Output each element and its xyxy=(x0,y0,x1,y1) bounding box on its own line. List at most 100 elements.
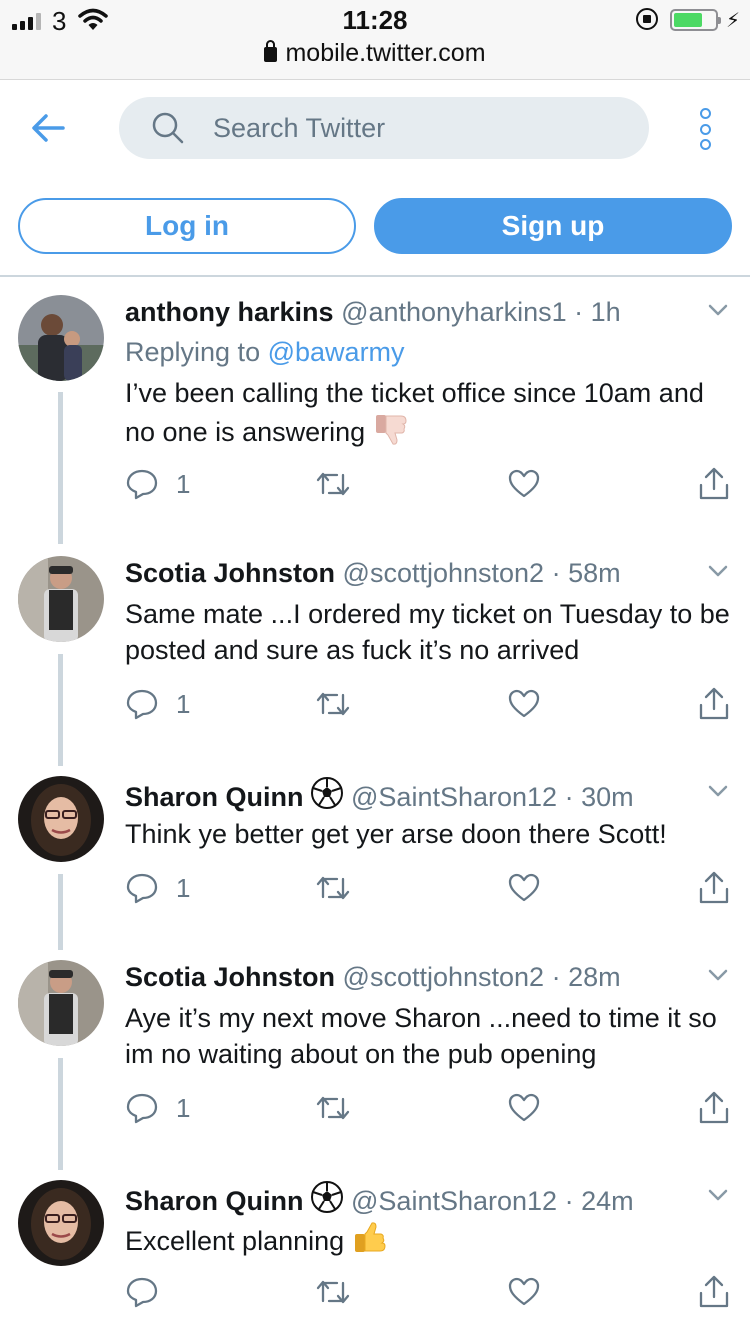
like-button[interactable] xyxy=(508,1275,540,1309)
chevron-down-icon[interactable] xyxy=(708,303,728,317)
tweet-text: Same mate ...I ordered my ticket on Tues… xyxy=(125,599,730,665)
signup-button[interactable]: Sign up xyxy=(374,198,732,254)
address-bar[interactable]: mobile.twitter.com xyxy=(0,39,750,68)
retweet-button[interactable] xyxy=(315,871,351,905)
tweet-header: Sharon Quinn @SaintSharon12 · 30m xyxy=(125,776,634,814)
share-icon xyxy=(699,871,729,904)
user-handle[interactable]: @scottjohnston2 xyxy=(343,558,545,588)
mention-link[interactable]: @bawarmy xyxy=(268,337,405,367)
search-input[interactable] xyxy=(213,97,633,159)
soccer-ball-icon xyxy=(310,1181,343,1213)
like-button[interactable] xyxy=(508,467,540,501)
replying-to: Replying to @bawarmy xyxy=(125,337,405,367)
tweet-header: Scotia Johnston @scottjohnston2 · 28m xyxy=(125,962,621,992)
share-icon xyxy=(699,467,729,500)
retweet-button[interactable] xyxy=(315,1091,351,1125)
share-button[interactable] xyxy=(698,467,730,501)
display-name[interactable]: Scotia Johnston xyxy=(125,558,335,588)
share-button[interactable] xyxy=(698,1091,730,1125)
like-button[interactable] xyxy=(508,1091,540,1125)
like-button[interactable] xyxy=(508,871,540,905)
back-arrow-icon[interactable] xyxy=(30,110,66,146)
more-options-icon[interactable] xyxy=(694,108,716,150)
retweet-icon xyxy=(316,692,350,716)
user-handle[interactable]: @anthonyharkins1 xyxy=(341,297,567,327)
user-handle[interactable]: @SaintSharon12 xyxy=(351,1186,557,1216)
display-name[interactable]: Sharon Quinn xyxy=(125,1186,304,1216)
rotation-lock-icon xyxy=(636,8,658,30)
chevron-down-icon[interactable] xyxy=(708,564,728,578)
share-icon xyxy=(699,1091,729,1124)
retweet-icon xyxy=(316,1096,350,1120)
chevron-down-icon[interactable] xyxy=(708,1188,728,1202)
reply-icon xyxy=(126,689,158,720)
user-handle[interactable]: @SaintSharon12 xyxy=(351,782,557,812)
heart-icon xyxy=(508,1277,540,1306)
user-handle[interactable]: @scottjohnston2 xyxy=(343,962,545,992)
tweet-actions: 1 xyxy=(0,1091,750,1131)
lock-icon xyxy=(264,40,278,62)
timestamp[interactable]: 28m xyxy=(568,962,621,992)
retweet-button[interactable] xyxy=(315,1275,351,1309)
timestamp[interactable]: 58m xyxy=(568,558,621,588)
share-icon xyxy=(699,1275,729,1308)
search-bar[interactable] xyxy=(119,97,649,159)
reply-button[interactable]: 1 xyxy=(126,1091,190,1125)
heart-icon xyxy=(508,689,540,718)
thumbs-up-emoji-icon xyxy=(355,1222,386,1252)
reply-button[interactable] xyxy=(126,1275,176,1309)
timestamp[interactable]: 24m xyxy=(581,1186,634,1216)
reply-icon xyxy=(126,469,158,500)
display-name[interactable]: Scotia Johnston xyxy=(125,962,335,992)
tweet-actions: 1 xyxy=(0,871,750,911)
avatar[interactable] xyxy=(18,1180,104,1266)
reply-count: 1 xyxy=(176,688,191,719)
retweet-icon xyxy=(316,472,350,496)
thumbs-down-emoji-icon xyxy=(376,415,407,445)
share-button[interactable] xyxy=(698,871,730,905)
retweet-button[interactable] xyxy=(315,687,351,721)
avatar[interactable] xyxy=(18,960,104,1046)
share-button[interactable] xyxy=(698,687,730,721)
tweet-header: Sharon Quinn @SaintSharon12 · 24m xyxy=(125,1180,634,1218)
tweet-actions: 1 xyxy=(0,687,750,727)
url-text: mobile.twitter.com xyxy=(285,39,486,67)
reply-icon xyxy=(126,1277,158,1308)
avatar[interactable] xyxy=(18,556,104,642)
reply-icon xyxy=(126,1093,158,1124)
retweet-button[interactable] xyxy=(315,467,351,501)
chevron-down-icon[interactable] xyxy=(708,784,728,798)
heart-icon xyxy=(508,469,540,498)
tweet-actions xyxy=(0,1275,750,1315)
tweet-header: Scotia Johnston @scottjohnston2 · 58m xyxy=(125,558,621,588)
chevron-down-icon[interactable] xyxy=(708,968,728,982)
avatar[interactable] xyxy=(18,295,104,381)
charging-bolt-icon: ⚡︎ xyxy=(726,10,741,32)
avatar[interactable] xyxy=(18,776,104,862)
display-name[interactable]: Sharon Quinn xyxy=(125,782,304,812)
tweet-actions: 1 xyxy=(0,467,750,507)
timestamp[interactable]: 30m xyxy=(581,782,634,812)
login-button[interactable]: Log in xyxy=(18,198,356,254)
tweet-text: I’ve been calling the ticket office sinc… xyxy=(125,378,704,447)
battery-icon xyxy=(670,9,721,31)
reply-button[interactable]: 1 xyxy=(126,467,190,501)
tweet-text: Excellent planning xyxy=(125,1220,735,1259)
display-name[interactable]: anthony harkins xyxy=(125,297,334,327)
reply-button[interactable]: 1 xyxy=(126,871,190,905)
tweet-text: Aye it’s my next move Sharon ...need to … xyxy=(125,1003,717,1069)
reply-count: 1 xyxy=(176,1092,191,1123)
share-button[interactable] xyxy=(698,1275,730,1309)
reply-icon xyxy=(126,873,158,904)
heart-icon xyxy=(508,873,540,902)
tweet-header: anthony harkins @anthonyharkins1 · 1h xyxy=(125,297,621,327)
retweet-icon xyxy=(316,1280,350,1304)
like-button[interactable] xyxy=(508,687,540,721)
soccer-ball-icon xyxy=(310,777,343,809)
browser-top-bar: 3 11:28 mobile.twitter.com ⚡︎ xyxy=(0,0,750,80)
tweet-text: Think ye better get yer arse doon there … xyxy=(125,819,667,849)
timestamp[interactable]: 1h xyxy=(591,297,621,327)
retweet-icon xyxy=(316,876,350,900)
heart-icon xyxy=(508,1093,540,1122)
reply-button[interactable]: 1 xyxy=(126,687,190,721)
